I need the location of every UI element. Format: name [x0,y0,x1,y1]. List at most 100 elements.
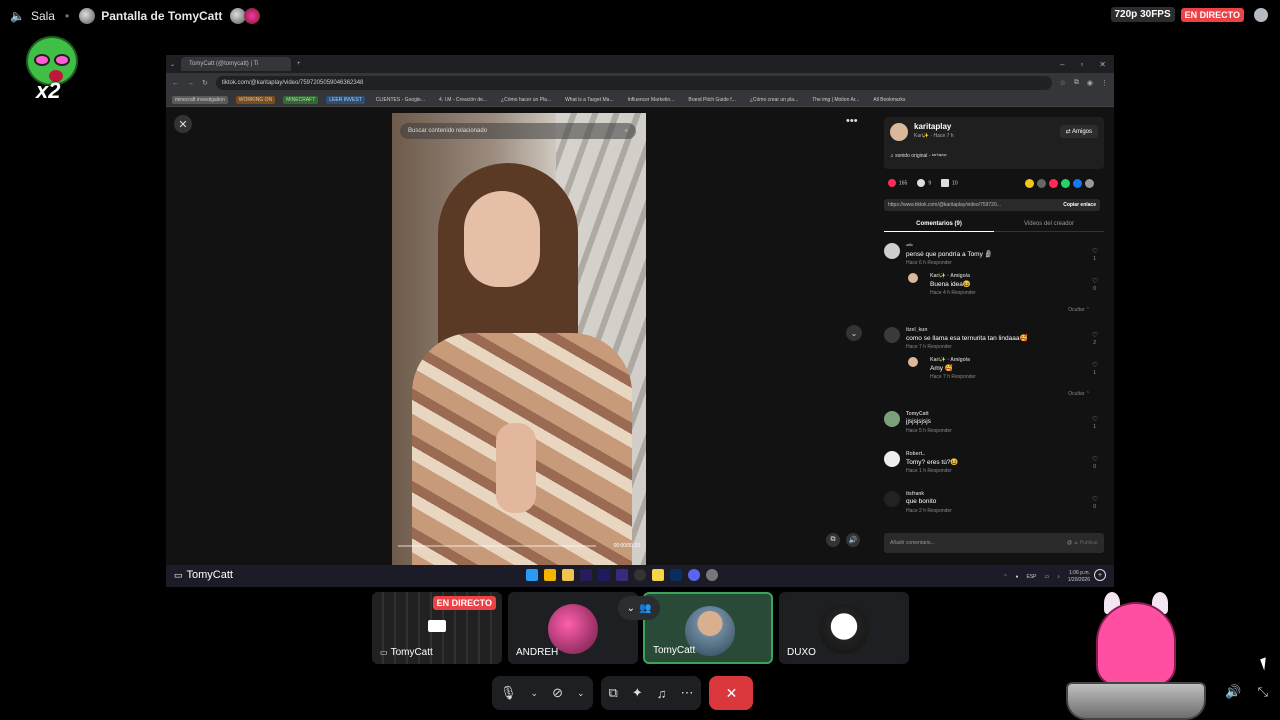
comment-meta[interactable]: Hace 6 h Responder [906,260,952,266]
mic-options-chevron-icon[interactable]: ⌄ [531,688,539,699]
bookmark-item[interactable]: WORKING ON [235,95,276,104]
comment-like-icon[interactable]: ♡ [1092,361,1098,369]
commenter-avatar[interactable] [884,411,900,427]
bookmark-item[interactable]: ¿Cómo crear un pla... [747,96,801,104]
clock[interactable]: 1:06 p.m. [1069,570,1090,577]
commenter-avatar[interactable] [884,243,900,259]
extensions-icon[interactable]: ⧉ [1074,79,1079,87]
premiere-icon[interactable] [580,569,592,581]
volume-icon[interactable]: 🔊 [846,533,860,547]
date[interactable]: 1/20/2026 [1068,577,1090,584]
obs-icon[interactable] [634,569,646,581]
comment-like-icon[interactable]: ♡ [1092,247,1098,255]
friends-button[interactable]: ⇄ Amigos [1059,125,1098,138]
bookmark-item[interactable]: CLIENTES - Google... [373,96,428,104]
bookmark-item[interactable]: Brand Pitch Guide f... [685,96,739,104]
comment-like-icon[interactable]: ♡ [1092,455,1098,463]
channel-label[interactable]: Sala [31,9,55,23]
end-call-button[interactable]: ✕ [709,676,754,710]
bookmark-star-icon[interactable]: ☆ [1060,79,1066,87]
chat-icon[interactable] [1254,7,1268,22]
bookmark-item[interactable]: What is a Target Ma... [562,96,617,104]
sticky-notes-icon[interactable] [652,569,664,581]
mic-tray-icon[interactable]: ● [1015,574,1018,580]
participant-tile-selected[interactable]: TomyCatt [643,592,773,664]
language-indicator[interactable]: ESP [1027,574,1037,580]
media-encoder-icon[interactable] [616,569,628,581]
hide-replies-link[interactable]: Ocultar ⌃ [1068,391,1090,397]
commenter-name[interactable]: ᵃᵈⁱᵃ [906,243,913,249]
volume-tray-icon[interactable]: ♪ [1057,574,1060,580]
back-icon[interactable]: ← [172,80,179,87]
video-progress-bar[interactable] [398,545,596,547]
comment-like-icon[interactable]: ♡ [1092,495,1098,503]
saves-stat[interactable]: 10 [941,179,958,187]
emoji-icon[interactable]: ☺ [1073,540,1078,546]
discord-icon[interactable] [688,569,700,581]
tab-creator-videos[interactable]: Videos del creador [994,221,1104,232]
comment-meta[interactable]: Hace 2 h Responder [906,508,952,514]
new-tab-icon[interactable]: + [297,61,301,67]
tab-search-icon[interactable]: ⌄ [170,61,175,68]
camera-options-chevron-icon[interactable]: ⌄ [577,688,585,699]
forward-icon[interactable]: → [187,80,194,87]
coin-icon[interactable] [1025,179,1034,188]
search-icon[interactable]: ⌕ [625,128,628,135]
creator-username[interactable]: karitaplay [914,122,951,131]
add-comment-input[interactable]: Añadir comentario... @ ☺ Publicar [884,533,1104,553]
send-icon[interactable] [1049,179,1058,188]
browser-tab[interactable]: TomyCatt (@tomycatt) | Ti [181,57,292,71]
comment-like-icon[interactable]: ♡ [1092,415,1098,423]
commenter-name[interactable]: Kari✨ · Amigo/a [930,357,970,363]
next-video-chevron-icon[interactable]: ⌄ [846,325,862,341]
windows-start-icon[interactable] [526,569,538,581]
video-player[interactable]: Buscar contenido relacionado ⌕ 00:00/00:… [392,113,646,565]
maximize-icon[interactable]: ▫ [1080,60,1083,69]
network-icon[interactable]: ▭ [1045,574,1050,580]
creator-avatar[interactable] [890,123,908,141]
bookmark-item[interactable]: The img | Motion Ar... [809,96,862,104]
commenter-name[interactable]: itsfrank [906,491,924,497]
file-explorer-icon[interactable] [562,569,574,581]
facebook-icon[interactable] [1073,179,1082,188]
comment-meta[interactable]: Hace 4 h Responder [930,290,976,296]
stream-volume-icon[interactable]: 🔊 [1225,684,1241,700]
address-bar[interactable]: tiktok.com/@karitaplay/video/75972050590… [215,76,1052,90]
more-icon[interactable]: ⋯ [680,685,693,701]
microphone-icon[interactable]: 🎙 [500,685,517,701]
commenter-name[interactable]: TomyCatt [906,411,929,417]
comment-meta[interactable]: Hace 1 h Responder [906,468,952,474]
bookmark-item[interactable]: MINECRAFT [283,95,319,104]
bookmark-item[interactable]: ¿Cómo hacer un Pla... [498,96,554,104]
comment-meta[interactable]: Hace 7 h Responder [906,344,952,350]
related-search-input[interactable]: Buscar contenido relacionado ⌕ [400,123,636,139]
mention-icon[interactable]: @ [1067,540,1072,546]
commenter-name[interactable]: itzel_kun [906,327,927,333]
pip-icon[interactable]: ⧉ [826,533,840,547]
settings-icon[interactable] [706,569,718,581]
comment-meta[interactable]: Hace 5 h Responder [906,428,952,434]
after-effects-icon[interactable] [598,569,610,581]
tab-comments[interactable]: Comentarios (9) [884,221,994,232]
comment-like-icon[interactable]: ♡ [1092,331,1098,339]
commenter-avatar[interactable] [908,357,918,367]
whatsapp-icon[interactable] [1061,179,1070,188]
shared-screen[interactable]: ⌄ TomyCatt (@tomycatt) | Ti + – ▫ ✕ ← → … [166,55,1114,587]
more-options-icon[interactable]: ••• [846,115,858,127]
menu-icon[interactable]: ⋮ [1101,79,1108,87]
commenter-avatar[interactable] [884,327,900,343]
screen-share-button-icon[interactable]: ⧉ [609,685,618,701]
activities-icon[interactable]: ✦ [632,685,643,701]
commenter-avatar[interactable] [908,273,918,283]
likes-stat[interactable]: 165 [888,179,907,187]
close-video-button[interactable]: ✕ [174,115,192,133]
participant-tile-stream[interactable]: EN DIRECTO ▭ TomyCatt [372,592,502,664]
chrome-icon[interactable] [544,569,556,581]
profile-icon[interactable]: ◉ [1087,79,1093,87]
hide-replies-link[interactable]: Ocultar ⌃ [1068,307,1090,313]
video-link[interactable]: https://www.tiktok.com/@karitaplay/video… [888,202,1001,208]
sound-label[interactable]: ♫ sonido original - ᵏᵃʳⁱᵗᵃᵖˡᵃʸ [890,153,947,159]
exit-fullscreen-icon[interactable]: ⤡ [1258,684,1268,700]
comments-stat[interactable]: 9 [917,179,931,187]
close-window-icon[interactable]: ✕ [1099,60,1106,69]
